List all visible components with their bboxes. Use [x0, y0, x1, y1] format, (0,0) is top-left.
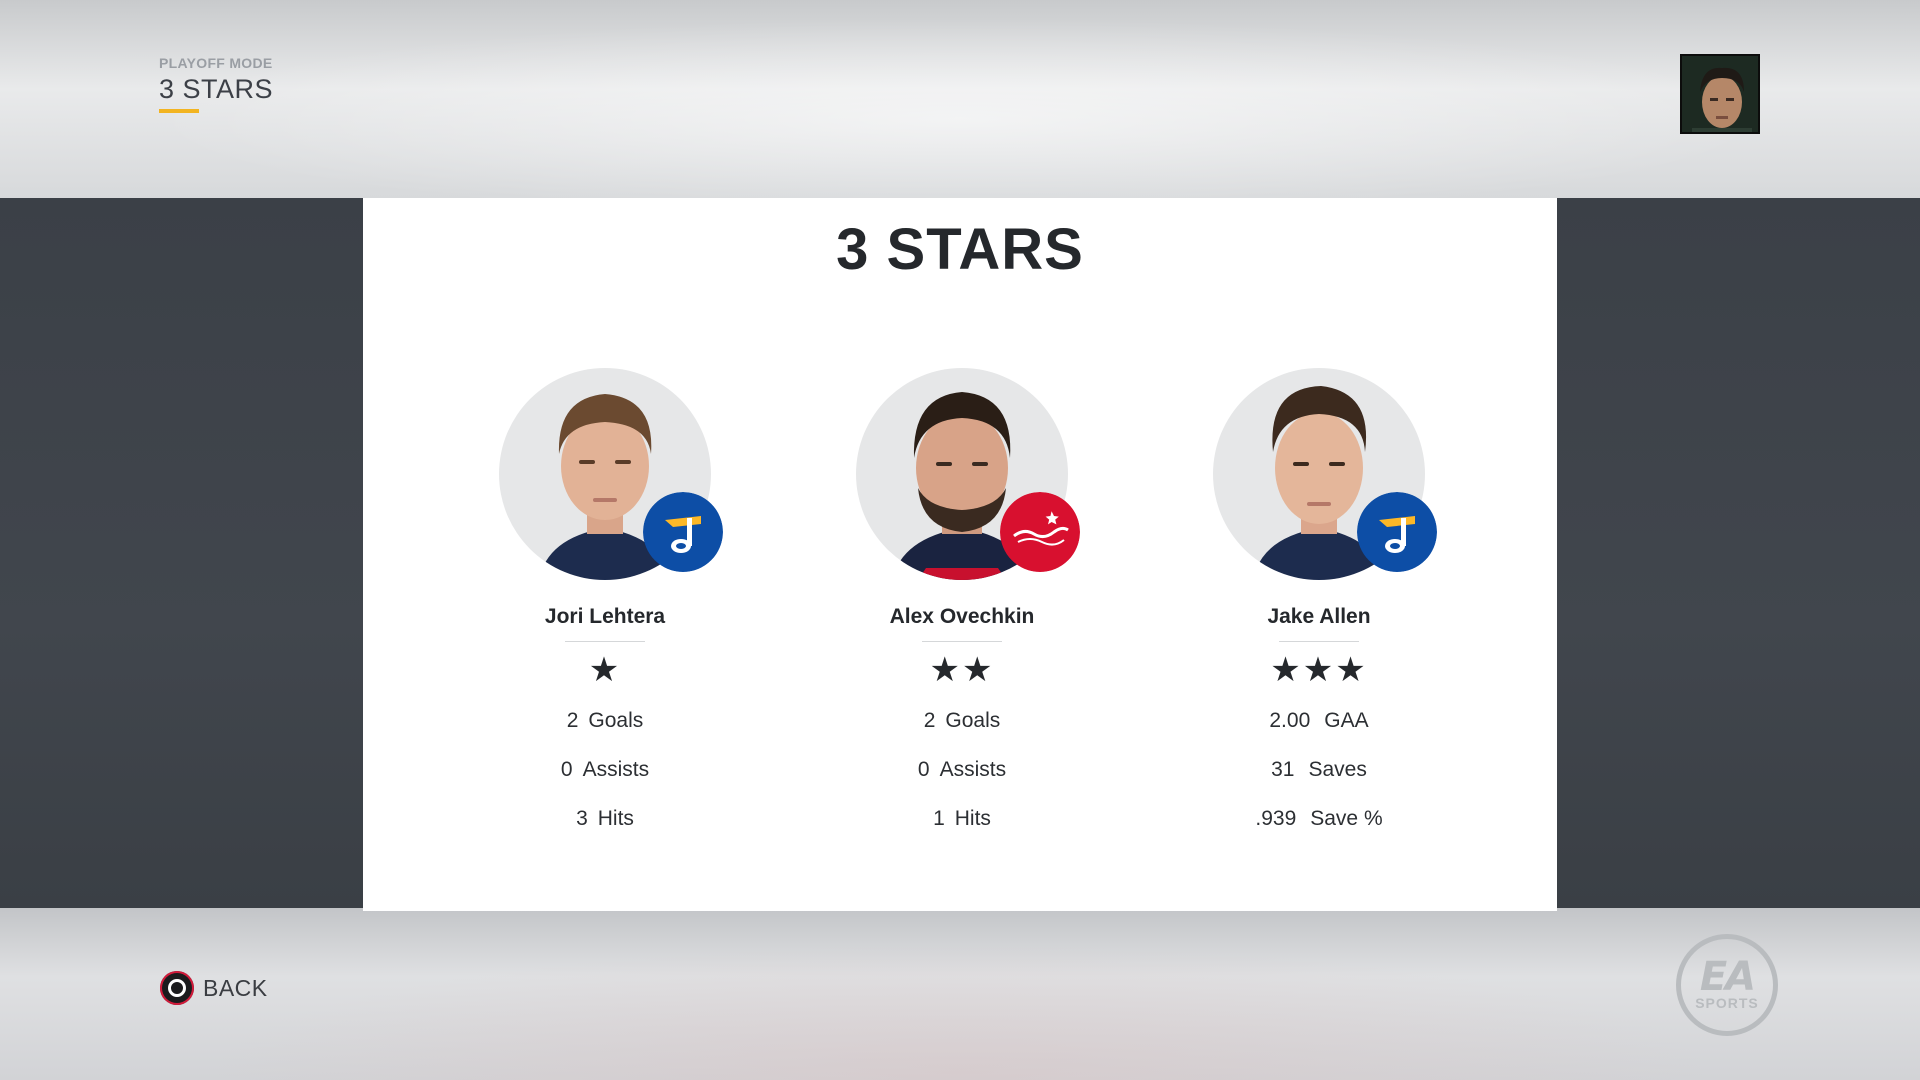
breadcrumb: PLAYOFF MODE 3 STARS [159, 55, 273, 113]
player-card: Jori Lehtera ★ 2 Goals 0 Assists 3 Hits [485, 368, 725, 837]
ea-sports-logo-icon: EA SPORTS [1676, 934, 1778, 1036]
star-rating-icon: ★ [588, 651, 622, 689]
portrait-wrap [842, 368, 1082, 608]
stat-value: .939 [1255, 807, 1297, 830]
profile-avatar[interactable] [1680, 54, 1760, 134]
stat-row: 3 Hits [485, 801, 725, 837]
avatar-face-icon [1682, 56, 1758, 132]
portrait-wrap [1199, 368, 1439, 608]
player-name: Jori Lehtera [544, 605, 666, 628]
stat-label: Saves [1308, 758, 1367, 781]
circle-button-icon [160, 971, 194, 1005]
stat-row: .939 Save % [1199, 801, 1439, 837]
stat-label: Assists [582, 758, 650, 781]
player-card: Jake Allen ★★★ 2.00 GAA 31 Saves .939 Save … [1199, 368, 1439, 837]
blues-note-icon [643, 492, 723, 572]
player-name: Alex Ovechkin [889, 605, 1035, 628]
capitals-script-icon [1000, 492, 1080, 572]
ea-sub: SPORTS [1695, 995, 1759, 1011]
back-label: BACK [203, 974, 268, 1001]
top-header-band [0, 0, 1920, 198]
stat-value: 2.00 [1269, 709, 1311, 732]
stat-value: 31 [1271, 758, 1295, 781]
page-title: 3 STARS [159, 74, 274, 104]
stat-row: 2 Goals [842, 703, 1082, 739]
name-divider [1279, 641, 1359, 642]
team-logo-blues [1357, 492, 1437, 572]
stat-row: 0 Assists [842, 752, 1082, 788]
panel-title: 3 STARS [836, 217, 1084, 282]
mode-label: PLAYOFF MODE [159, 55, 273, 71]
team-logo-capitals [1000, 492, 1080, 572]
stat-label: Save % [1310, 807, 1383, 830]
title-underline [159, 109, 199, 113]
back-button[interactable]: BACK [160, 970, 268, 1006]
star-rating-icon: ★★★ [1270, 651, 1368, 689]
blues-note-icon [1357, 492, 1437, 572]
portrait-wrap [485, 368, 725, 608]
stat-label: Assists [939, 758, 1007, 781]
stat-value: 0 [560, 758, 573, 781]
stat-label: Hits [597, 807, 634, 830]
stat-value: 2 [566, 709, 579, 732]
stat-label: Goals [945, 709, 1001, 732]
stat-label: Hits [954, 807, 991, 830]
stat-label: GAA [1324, 709, 1369, 732]
stat-row: 1 Hits [842, 801, 1082, 837]
player-card: Alex Ovechkin ★★ 2 Goals 0 Assists 1 Hits [842, 368, 1082, 837]
stat-row: 0 Assists [485, 752, 725, 788]
stat-value: 0 [917, 758, 930, 781]
star-rating-icon: ★★ [929, 651, 995, 689]
player-name: Jake Allen [1267, 605, 1371, 628]
stat-value: 2 [923, 709, 936, 732]
stat-row: 2.00 GAA [1199, 703, 1439, 739]
name-divider [922, 641, 1002, 642]
team-logo-blues [643, 492, 723, 572]
footer-band [0, 908, 1920, 1080]
stat-label: Goals [588, 709, 644, 732]
stat-row: 31 Saves [1199, 752, 1439, 788]
stat-row: 2 Goals [485, 703, 725, 739]
circle-glyph-icon [168, 979, 186, 997]
name-divider [565, 641, 645, 642]
stat-value: 1 [933, 807, 945, 830]
stat-value: 3 [576, 807, 588, 830]
ea-mark: EA [1699, 954, 1756, 1000]
three-stars-panel: 3 STARS Jori Lehtera ★ 2 Goals 0 Assists… [363, 198, 1557, 911]
